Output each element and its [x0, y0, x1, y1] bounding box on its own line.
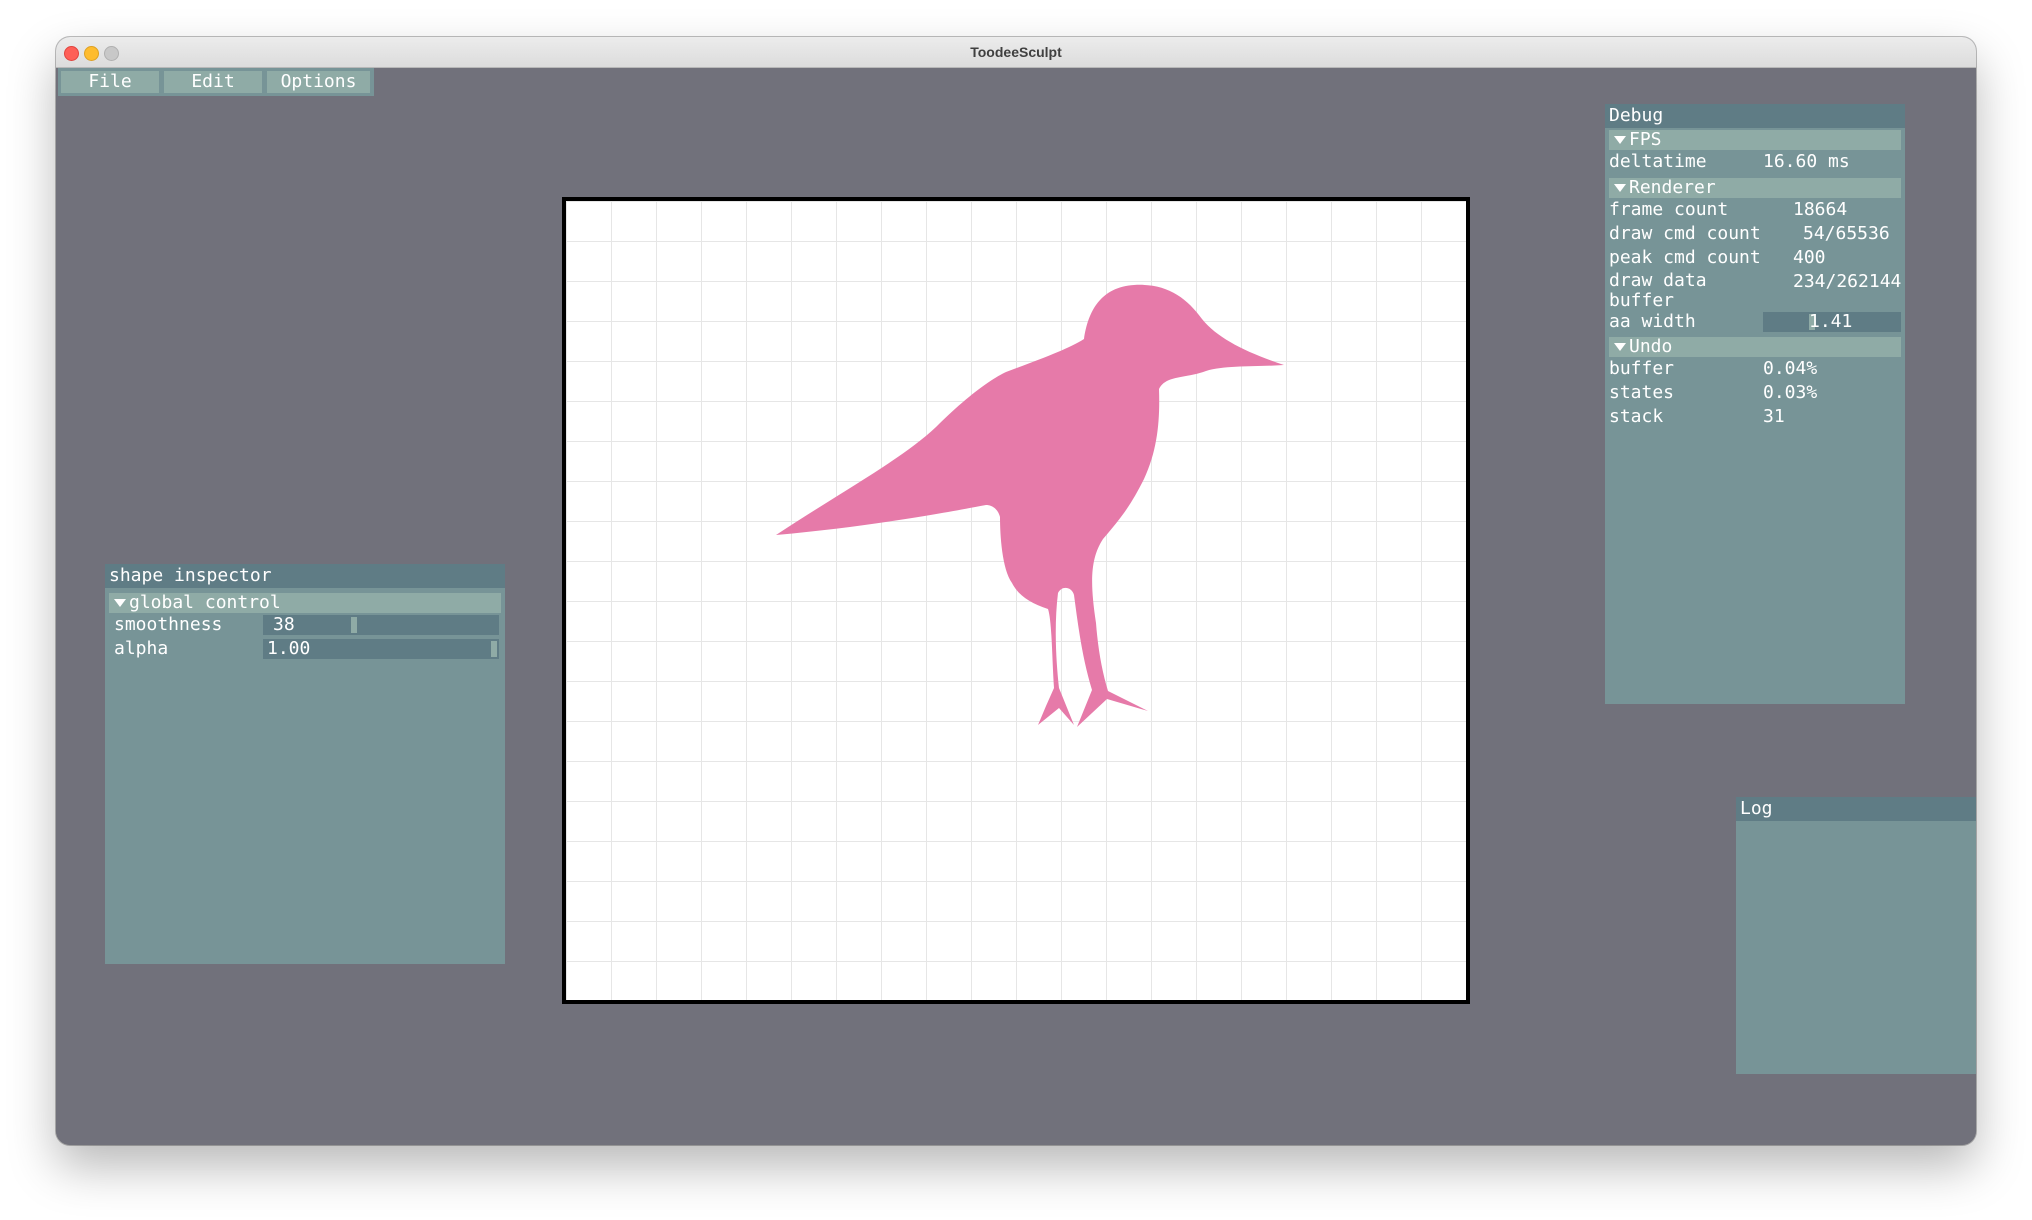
- menu-options[interactable]: Options: [267, 71, 370, 93]
- aa-width-slider[interactable]: 1.41: [1763, 311, 1901, 332]
- draw-cmd-count-label: draw cmd count: [1609, 223, 1761, 244]
- smoothness-slider[interactable]: 38: [263, 614, 499, 635]
- section-undo[interactable]: Undo: [1609, 337, 1901, 357]
- undo-buffer-value: 0.04%: [1763, 358, 1818, 379]
- sculpt-canvas[interactable]: [562, 197, 1470, 1004]
- menu-file[interactable]: File: [61, 71, 159, 93]
- aa-width-label: aa width: [1609, 311, 1696, 332]
- peak-cmd-count-value: 400: [1793, 247, 1826, 268]
- collapse-triangle-icon: [114, 599, 126, 607]
- smoothness-slider-grab[interactable]: [351, 617, 357, 633]
- undo-buffer-label: buffer: [1609, 358, 1675, 379]
- undo-states-value: 0.03%: [1763, 382, 1818, 403]
- section-label: FPS: [1629, 129, 1662, 150]
- title-bar: ToodeeSculpt: [56, 37, 1976, 68]
- section-label: Undo: [1629, 336, 1673, 357]
- undo-states-label: states: [1609, 382, 1675, 403]
- alpha-slider-grab[interactable]: [491, 641, 497, 657]
- section-label: Renderer: [1629, 177, 1716, 198]
- draw-cmd-count-value: 54/65536: [1803, 223, 1890, 244]
- collapse-triangle-icon: [1614, 343, 1626, 351]
- smoothness-label: smoothness: [114, 614, 223, 635]
- peak-cmd-count-label: peak cmd count: [1609, 247, 1761, 268]
- draw-data-buffer-value: 234/262144: [1793, 271, 1902, 292]
- undo-stack-value: 31: [1763, 406, 1785, 427]
- workspace: File Edit Options shape inspector global…: [56, 68, 1976, 1145]
- frame-count-value: 18664: [1793, 199, 1848, 220]
- collapse-triangle-icon: [1614, 184, 1626, 192]
- section-renderer[interactable]: Renderer: [1609, 178, 1901, 198]
- deltatime-label: deltatime: [1609, 151, 1707, 172]
- debug-panel: Debug FPS deltatime 16.60 ms Renderer fr…: [1605, 104, 1905, 704]
- bird-shape[interactable]: [566, 201, 1466, 1000]
- section-label: global control: [129, 592, 281, 613]
- window-title: ToodeeSculpt: [970, 44, 1062, 60]
- undo-stack-label: stack: [1609, 406, 1664, 427]
- shape-inspector-panel: shape inspector global control smoothnes…: [105, 564, 505, 964]
- shape-inspector-title[interactable]: shape inspector: [105, 564, 505, 588]
- deltatime-value: 16.60 ms: [1763, 151, 1850, 172]
- app-window: ToodeeSculpt File Edit Options shape ins…: [56, 37, 1976, 1145]
- frame-count-label: frame count: [1609, 199, 1729, 220]
- smoothness-value: 38: [273, 614, 295, 635]
- alpha-value: 1.00: [267, 638, 311, 659]
- draw-data-buffer-label: draw data buffer: [1609, 270, 1707, 311]
- aa-width-value: 1.41: [1809, 311, 1853, 332]
- collapse-triangle-icon: [1614, 136, 1626, 144]
- section-global-control[interactable]: global control: [109, 593, 501, 613]
- log-panel: Log: [1736, 797, 1976, 1074]
- alpha-slider[interactable]: 1.00: [263, 638, 499, 659]
- section-fps[interactable]: FPS: [1609, 130, 1901, 150]
- menu-bar: File Edit Options: [58, 68, 374, 96]
- menu-edit[interactable]: Edit: [164, 71, 262, 93]
- bird-silhouette[interactable]: [776, 284, 1284, 727]
- debug-title[interactable]: Debug: [1605, 104, 1905, 128]
- log-title[interactable]: Log: [1736, 797, 1976, 821]
- alpha-label: alpha: [114, 638, 169, 659]
